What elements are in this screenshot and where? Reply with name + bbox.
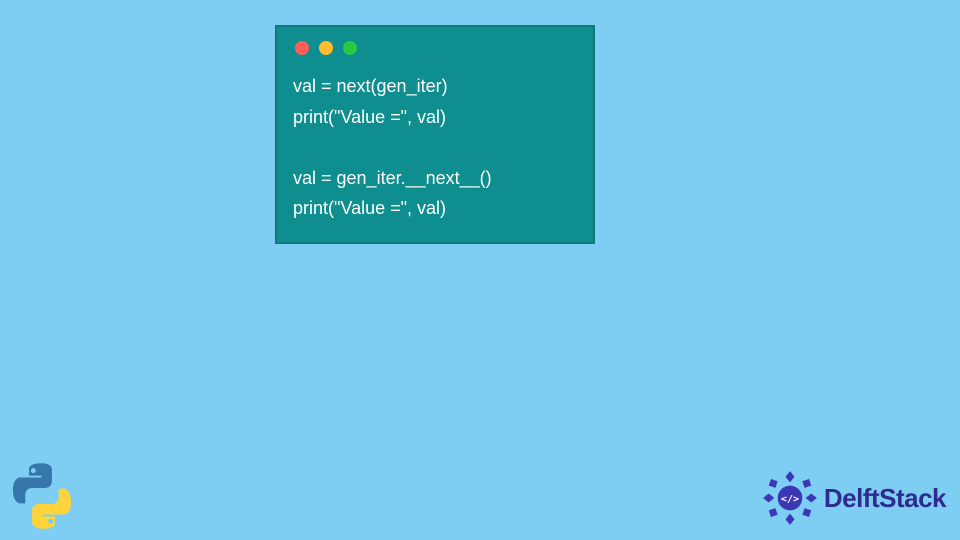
maximize-icon — [343, 41, 357, 55]
code-window: val = next(gen_iter) print("Value =", va… — [275, 25, 595, 244]
minimize-icon — [319, 41, 333, 55]
delftstack-brand: </> DelftStack — [762, 470, 946, 526]
code-line: val = gen_iter.__next__() — [293, 168, 492, 188]
badge-code-icon: </> — [781, 494, 799, 505]
brand-name: DelftStack — [824, 483, 946, 514]
code-line: val = next(gen_iter) — [293, 76, 448, 96]
close-icon — [295, 41, 309, 55]
code-block: val = next(gen_iter) print("Value =", va… — [293, 71, 577, 224]
delftstack-badge-icon: </> — [762, 470, 818, 526]
code-line: print("Value =", val) — [293, 107, 446, 127]
code-line: print("Value =", val) — [293, 198, 446, 218]
window-traffic-lights — [293, 41, 577, 55]
python-logo-icon — [8, 462, 76, 530]
